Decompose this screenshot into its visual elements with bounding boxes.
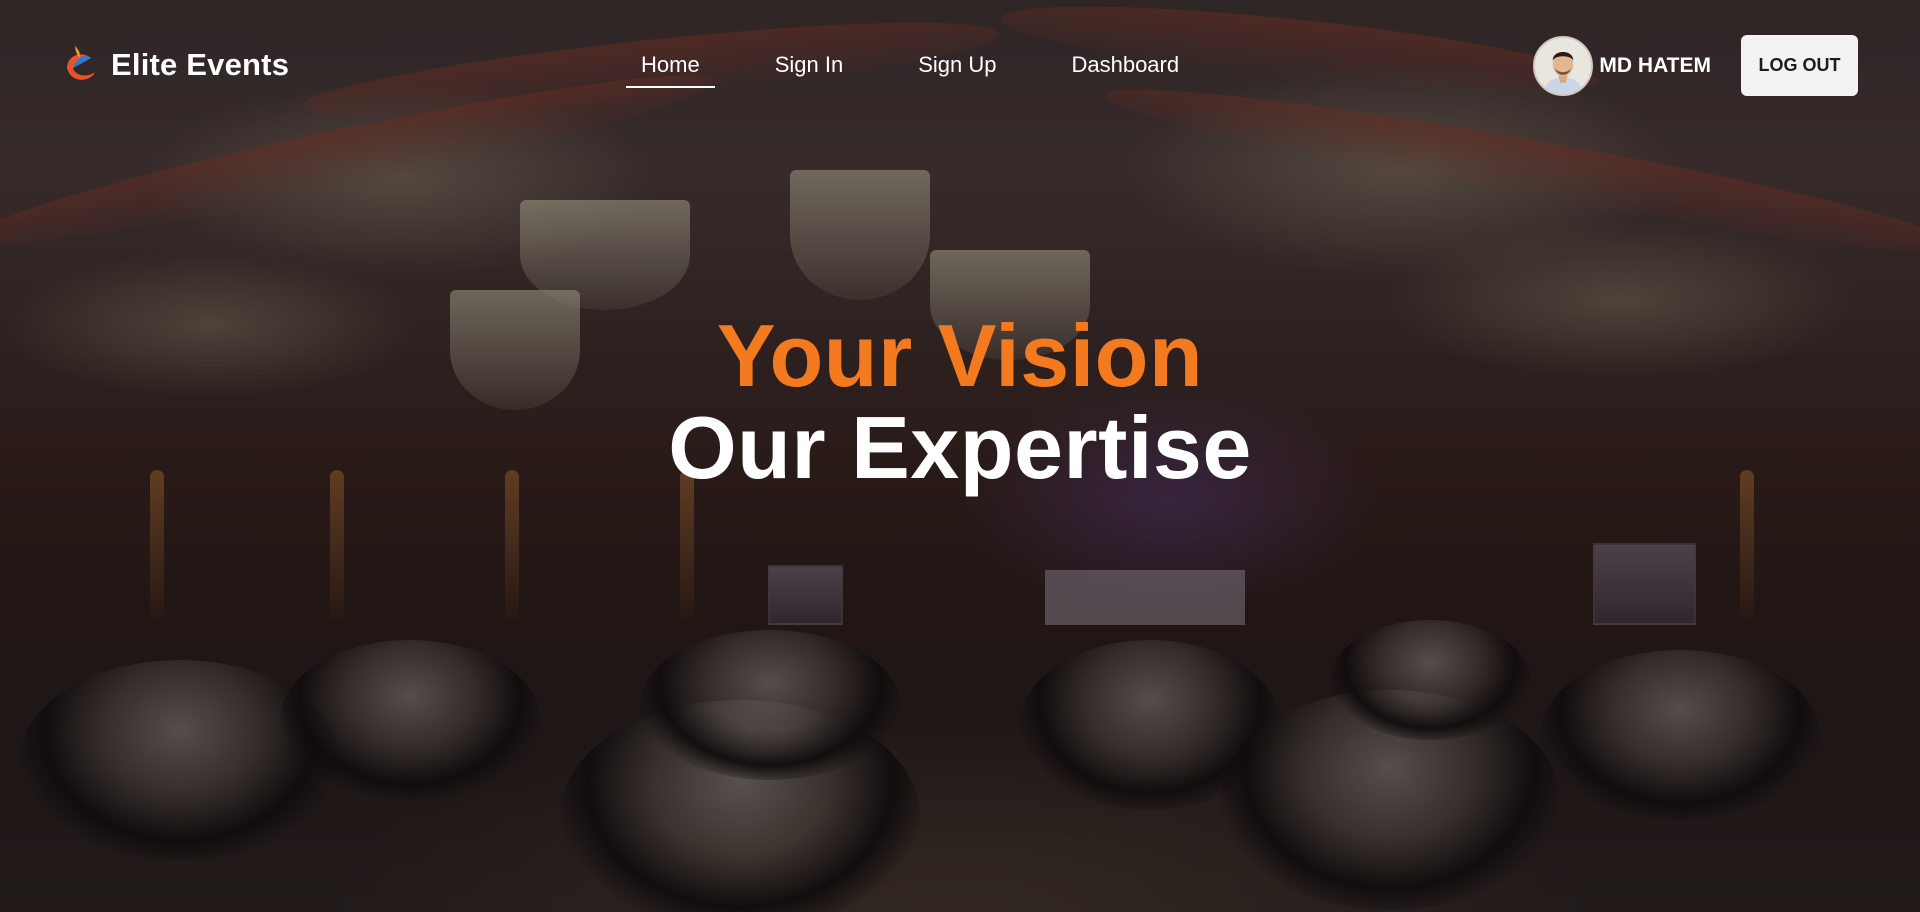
nav-dashboard-link[interactable]: Dashboard bbox=[1056, 48, 1194, 96]
hero-headline-main: Our Expertise bbox=[668, 398, 1252, 497]
nav-sign-up-link[interactable]: Sign Up bbox=[903, 48, 1011, 96]
user-name: MD HATEM bbox=[1599, 53, 1711, 77]
nav-home-link[interactable]: Home bbox=[626, 48, 715, 96]
main-nav: Home Sign In Sign Up Dashboard bbox=[626, 48, 1239, 96]
elite-events-logo-icon bbox=[67, 46, 95, 80]
brand[interactable]: Elite Events bbox=[61, 44, 289, 86]
user-area: MD HATEM LOG OUT bbox=[1533, 35, 1858, 96]
logout-button[interactable]: LOG OUT bbox=[1741, 35, 1858, 96]
nav-sign-in-link[interactable]: Sign In bbox=[760, 48, 859, 96]
top-navbar: Elite Events Home Sign In Sign Up Dashbo… bbox=[0, 0, 1920, 130]
hero-headline-accent: Your Vision bbox=[716, 306, 1204, 405]
user-avatar[interactable] bbox=[1533, 35, 1594, 96]
hero-section: Your Vision Our Expertise bbox=[0, 310, 1920, 494]
brand-name: Elite Events bbox=[111, 47, 290, 82]
